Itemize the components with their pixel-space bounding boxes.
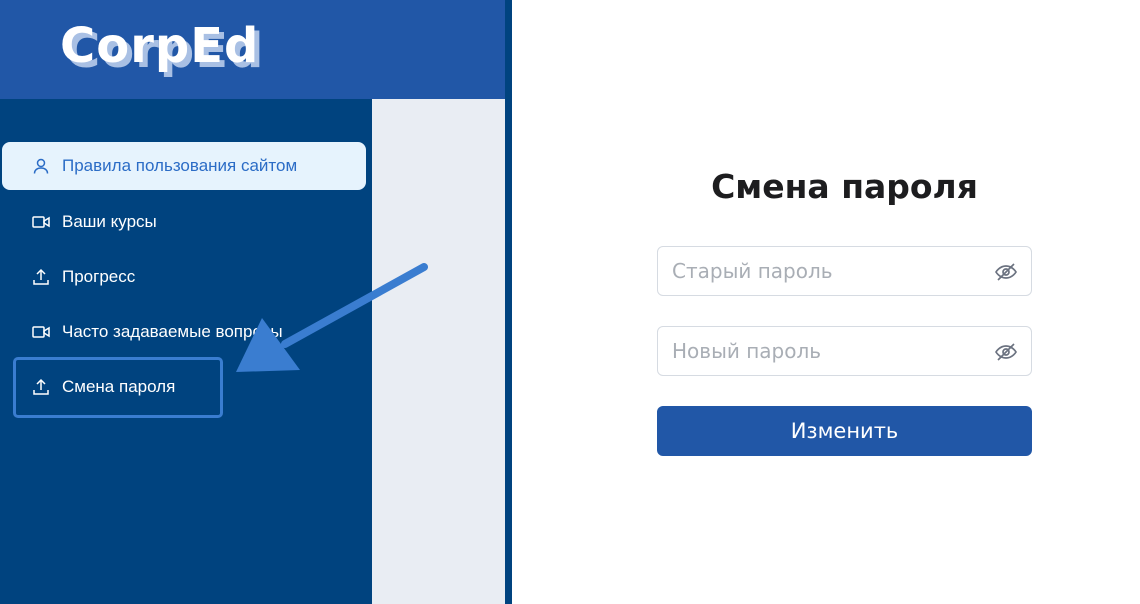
annotation-highlight-box bbox=[13, 357, 223, 418]
app-logo[interactable]: CorpEd bbox=[60, 14, 259, 78]
video-icon bbox=[32, 323, 50, 341]
eye-off-icon[interactable] bbox=[994, 260, 1018, 284]
change-password-button[interactable]: Изменить bbox=[657, 406, 1032, 456]
eye-off-icon[interactable] bbox=[994, 340, 1018, 364]
upload-icon bbox=[32, 268, 50, 286]
logo-header: CorpEd bbox=[0, 0, 505, 99]
sidebar-item-progress[interactable]: Прогресс bbox=[2, 253, 366, 301]
sidebar-item-your-courses[interactable]: Ваши курсы bbox=[2, 198, 366, 246]
user-icon bbox=[32, 157, 50, 175]
sidebar-item-site-rules[interactable]: Правила пользования сайтом bbox=[2, 142, 366, 190]
panel-divider bbox=[505, 0, 512, 604]
sidebar-item-label: Часто задаваемые вопросы bbox=[62, 322, 283, 341]
new-password-input[interactable] bbox=[658, 327, 1031, 375]
sidebar-item-label: Ваши курсы bbox=[62, 212, 157, 231]
new-password-field bbox=[657, 326, 1032, 376]
old-password-input[interactable] bbox=[658, 247, 1031, 295]
sidebar-item-label: Правила пользования сайтом bbox=[62, 156, 298, 175]
old-password-field bbox=[657, 246, 1032, 296]
page-title: Смена пароля bbox=[711, 167, 978, 206]
sidebar-gutter bbox=[372, 99, 505, 604]
video-icon bbox=[32, 213, 50, 231]
sidebar-item-faq[interactable]: Часто задаваемые вопросы bbox=[2, 308, 366, 356]
app-root: CorpEd Правила пользования сайтом Ваши к… bbox=[0, 0, 1140, 604]
sidebar-item-label: Прогресс bbox=[62, 267, 136, 286]
